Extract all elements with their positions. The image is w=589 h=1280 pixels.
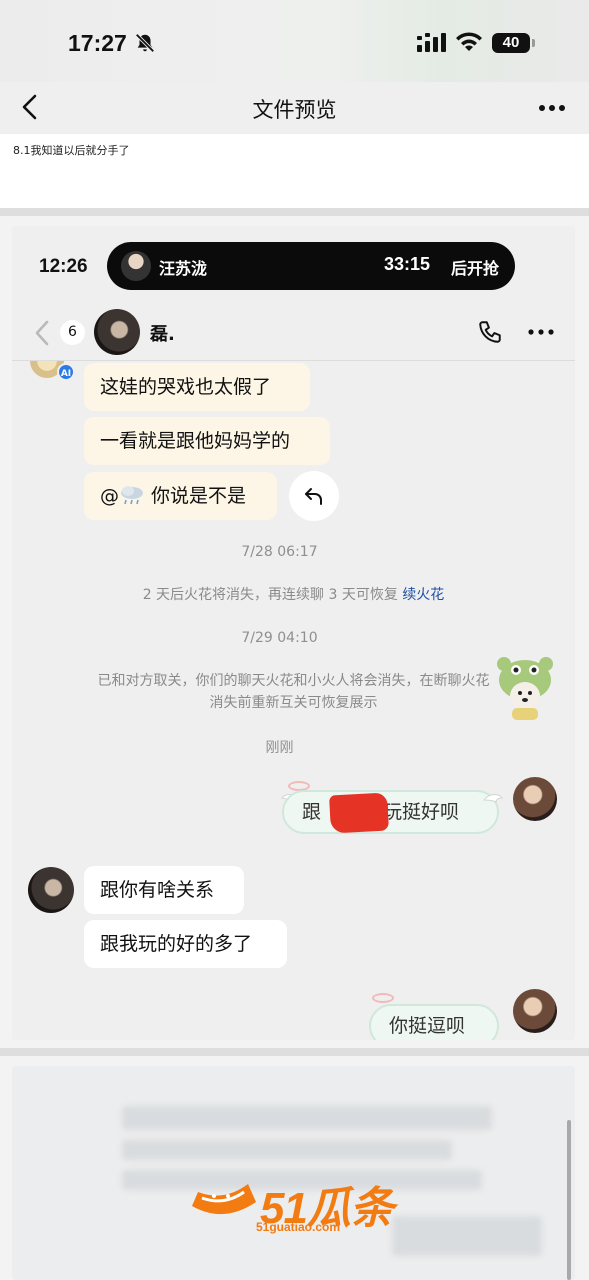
- pill-avatar: [121, 251, 151, 281]
- my-avatar[interactable]: [513, 777, 557, 821]
- pill-timer: 33:15: [384, 254, 431, 274]
- outgoing-message[interactable]: 你挺逗呗: [369, 1004, 499, 1040]
- rain-cloud-emoji-icon: [121, 486, 143, 505]
- contact-avatar-small[interactable]: [28, 867, 74, 913]
- halo-decoration: [372, 993, 394, 1003]
- bell-muted-icon: [135, 33, 155, 53]
- incoming-message[interactable]: 跟我玩的好的多了: [84, 920, 287, 968]
- alien-dog-sticker: [497, 657, 553, 720]
- caption-text: 8.1我知道以后就分手了: [13, 144, 130, 157]
- watermelon-logo-icon: [192, 1184, 256, 1215]
- quick-reply-button[interactable]: [289, 471, 339, 521]
- contact-name[interactable]: 磊.: [150, 320, 175, 346]
- system-notice-streak: 2 天后火花将消失，再连续聊 3 天可恢复 续火花: [12, 584, 575, 606]
- wing-decoration-icon: [482, 794, 503, 803]
- blurred-content: [392, 1216, 542, 1256]
- status-time: 17:27: [68, 30, 127, 56]
- battery-indicator: 40: [492, 33, 535, 53]
- system-notice-line: 已和对方取关，你们的聊天火花和小火人将会消失，在断聊火花: [97, 673, 490, 689]
- chat-more-icon[interactable]: [528, 328, 554, 336]
- pill-tail-text: 后开抢: [451, 259, 500, 278]
- nav-bar: 文件预览: [0, 82, 589, 134]
- status-bar: 17:27 40: [0, 0, 589, 82]
- mention-at-sign: @: [100, 485, 119, 507]
- pill-name: 汪苏泷: [159, 259, 208, 278]
- site-watermark: 51瓜条 51guatiao.com: [188, 1170, 408, 1240]
- section-divider: [0, 208, 589, 216]
- incoming-mention-message[interactable]: @ 你说是不是: [84, 472, 277, 520]
- section-divider: [0, 1048, 589, 1056]
- chat-header-divider: [12, 360, 575, 361]
- more-options-icon[interactable]: [538, 104, 566, 112]
- page-title: 文件预览: [252, 98, 337, 122]
- blurred-content: [122, 1106, 492, 1130]
- continue-streak-link[interactable]: 续火花: [402, 587, 444, 603]
- system-notice-unfollow: 已和对方取关，你们的聊天火花和小火人将会消失，在断聊火花 消失前重新互关可恢复展…: [12, 670, 575, 714]
- unread-count-badge: 6: [60, 320, 85, 345]
- watermark-url: 51guatiao.com: [256, 1220, 341, 1234]
- caption-block: 8.1我知道以后就分手了: [0, 134, 589, 208]
- dynamic-island-pill[interactable]: 汪苏泷 33:15 后开抢: [107, 242, 515, 290]
- my-avatar[interactable]: [513, 989, 557, 1033]
- message-part: 玩挺好呗: [383, 801, 460, 823]
- incoming-message[interactable]: 这娃的哭戏也太假了: [84, 363, 310, 411]
- chat-screenshot-card: 12:26 汪苏泷 33:15 后开抢 6 磊. AI 这娃的哭戏也太假了 一看…: [12, 226, 575, 1040]
- timestamp: 刚刚: [265, 740, 294, 756]
- wifi-icon: [456, 32, 482, 51]
- blurred-content: [122, 1140, 452, 1160]
- contact-avatar[interactable]: [94, 309, 140, 355]
- chat-back-icon[interactable]: [34, 319, 50, 347]
- red-redaction-mark: [329, 792, 389, 834]
- outgoing-message[interactable]: 跟 玩挺好呗: [282, 790, 499, 834]
- phone-call-icon[interactable]: [477, 319, 503, 345]
- system-notice-line: 消失前重新互关可恢复展示: [209, 695, 378, 711]
- timestamp: 7/28 06:17: [241, 544, 318, 560]
- mention-text: 你说是不是: [151, 485, 247, 507]
- timestamp: 7/29 04:10: [241, 630, 318, 646]
- message-part: 跟: [302, 801, 322, 823]
- scrollbar-thumb[interactable]: [567, 1120, 571, 1280]
- cellular-signal-icon: [417, 33, 446, 52]
- embedded-status-time: 12:26: [39, 256, 88, 277]
- incoming-message[interactable]: 一看就是跟他妈妈学的: [84, 417, 330, 465]
- ai-badge: AI: [57, 363, 75, 381]
- incoming-message[interactable]: 跟你有啥关系: [84, 866, 244, 914]
- system-notice-text: 2 天后火花将消失，再连续聊 3 天可恢复: [142, 587, 398, 603]
- reply-arrow-icon: [305, 488, 322, 505]
